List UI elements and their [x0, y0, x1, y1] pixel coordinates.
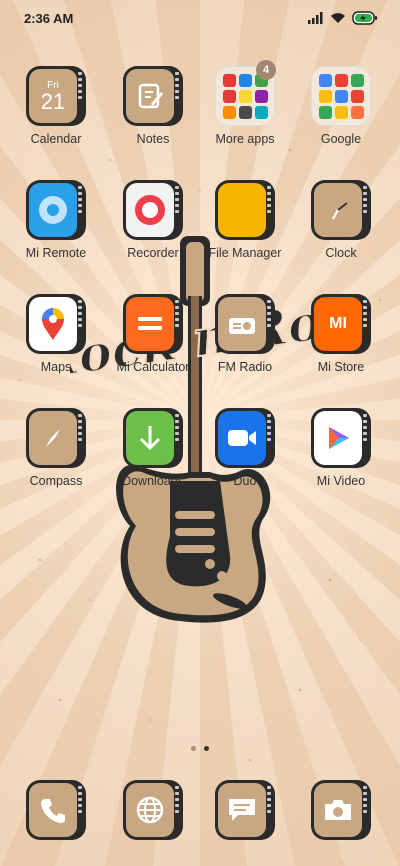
app-label: Mi Video — [316, 474, 366, 488]
mi-logo: MI — [329, 315, 347, 332]
app-mi-store[interactable]: MI Mi Store — [296, 294, 386, 374]
notes-icon — [123, 66, 183, 126]
app-label: Clock — [325, 246, 357, 260]
mi-store-icon: MI — [311, 294, 371, 354]
phone-icon — [26, 780, 86, 840]
app-label: Mi Store — [317, 360, 365, 374]
browser-icon — [123, 780, 183, 840]
download-icon — [123, 408, 183, 468]
page-dot-active[interactable] — [204, 746, 209, 751]
app-mi-remote[interactable]: Mi Remote — [11, 180, 101, 260]
dock-phone[interactable] — [11, 780, 101, 840]
recorder-icon — [123, 180, 183, 240]
app-label: Recorder — [127, 246, 179, 260]
calculator-icon — [123, 294, 183, 354]
app-label: Compass — [29, 474, 83, 488]
folder-file-icon — [215, 180, 275, 240]
radio-icon — [215, 294, 275, 354]
app-label: Calendar — [30, 132, 82, 146]
app-label: More apps — [215, 132, 275, 146]
app-clock[interactable]: Clock — [296, 180, 386, 260]
app-calendar[interactable]: Fri 21 Calendar — [11, 66, 101, 146]
app-file-manager[interactable]: File Manager — [200, 180, 290, 260]
camera-icon — [311, 780, 371, 840]
page-dot[interactable] — [191, 746, 196, 751]
folder-google[interactable]: Google — [296, 66, 386, 146]
app-label: Downloads — [122, 474, 184, 488]
app-label: Notes — [136, 132, 170, 146]
remote-icon — [26, 180, 86, 240]
maps-icon — [26, 294, 86, 354]
compass-icon — [26, 408, 86, 468]
calendar-icon: Fri 21 — [26, 66, 86, 126]
app-label: Google — [320, 132, 362, 146]
dock-camera[interactable] — [296, 780, 386, 840]
app-label: Mi Calculator — [116, 360, 190, 374]
folder-more-apps[interactable]: 4 More apps — [200, 60, 290, 146]
app-downloads[interactable]: Downloads — [108, 408, 198, 488]
video-call-icon — [215, 408, 275, 468]
app-maps[interactable]: Maps — [11, 294, 101, 374]
app-recorder[interactable]: Recorder — [108, 180, 198, 260]
folder-icon — [311, 66, 371, 126]
app-label: Maps — [40, 360, 72, 374]
status-time: 2:36 AM — [24, 10, 74, 26]
app-label: Duo — [233, 474, 257, 488]
app-mi-calculator[interactable]: Mi Calculator — [108, 294, 198, 374]
battery-charging-icon — [352, 11, 377, 25]
page-indicator — [0, 746, 400, 751]
dock-messages[interactable] — [200, 780, 290, 840]
wifi-icon — [331, 13, 345, 23]
app-label: File Manager — [208, 246, 282, 260]
app-duo[interactable]: Duo — [200, 408, 290, 488]
messages-icon — [215, 780, 275, 840]
play-icon — [311, 408, 371, 468]
signal-icon — [308, 12, 323, 24]
app-mi-video[interactable]: Mi Video — [296, 408, 386, 488]
app-notes[interactable]: Notes — [108, 66, 198, 146]
status-bar: 2:36 AM — [0, 0, 400, 36]
dock-browser[interactable] — [108, 780, 198, 840]
notification-badge: 4 — [256, 60, 276, 80]
calendar-date: 21 — [40, 88, 66, 114]
app-compass[interactable]: Compass — [11, 408, 101, 488]
app-fm-radio[interactable]: FM Radio — [200, 294, 290, 374]
app-label: FM Radio — [217, 360, 273, 374]
app-label: Mi Remote — [25, 246, 87, 260]
clock-icon — [311, 180, 371, 240]
